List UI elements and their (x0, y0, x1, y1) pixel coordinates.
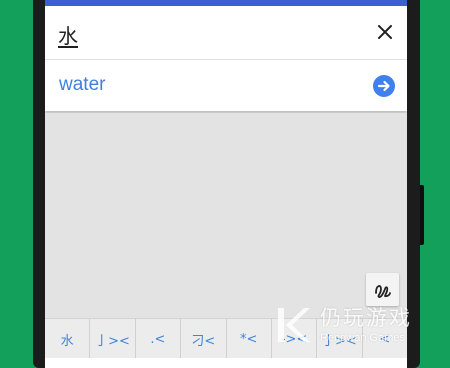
suggestion-item[interactable]: .< (136, 319, 182, 359)
phone-side-button (420, 185, 424, 245)
suggestion-item[interactable]: ->< (272, 319, 318, 359)
handwriting-icon[interactable] (366, 273, 399, 306)
input-text[interactable]: 水 (58, 20, 78, 49)
translation-result-row[interactable]: water (45, 60, 407, 111)
keyboard-bottom-strip (45, 358, 407, 368)
translate-screen: 水 water 水 亅>< .< 刁< *< ->< 亅>< < (45, 0, 407, 368)
suggestion-item[interactable]: 亅>< (317, 319, 363, 359)
suggestion-item[interactable]: 水 (45, 319, 91, 359)
arrow-right-circle-icon[interactable] (373, 75, 395, 97)
suggestion-bar: 水 亅>< .< 刁< *< ->< 亅>< < (45, 318, 407, 359)
input-row[interactable]: 水 (45, 6, 407, 60)
suggestion-item[interactable]: *< (227, 319, 272, 359)
close-icon[interactable] (375, 22, 395, 42)
suggestion-item[interactable]: 亅>< (90, 319, 136, 359)
suggestion-item[interactable]: < (363, 319, 407, 359)
translation-result-text: water (59, 74, 106, 95)
suggestion-item[interactable]: 刁< (181, 319, 227, 359)
handwriting-canvas[interactable] (45, 113, 407, 317)
